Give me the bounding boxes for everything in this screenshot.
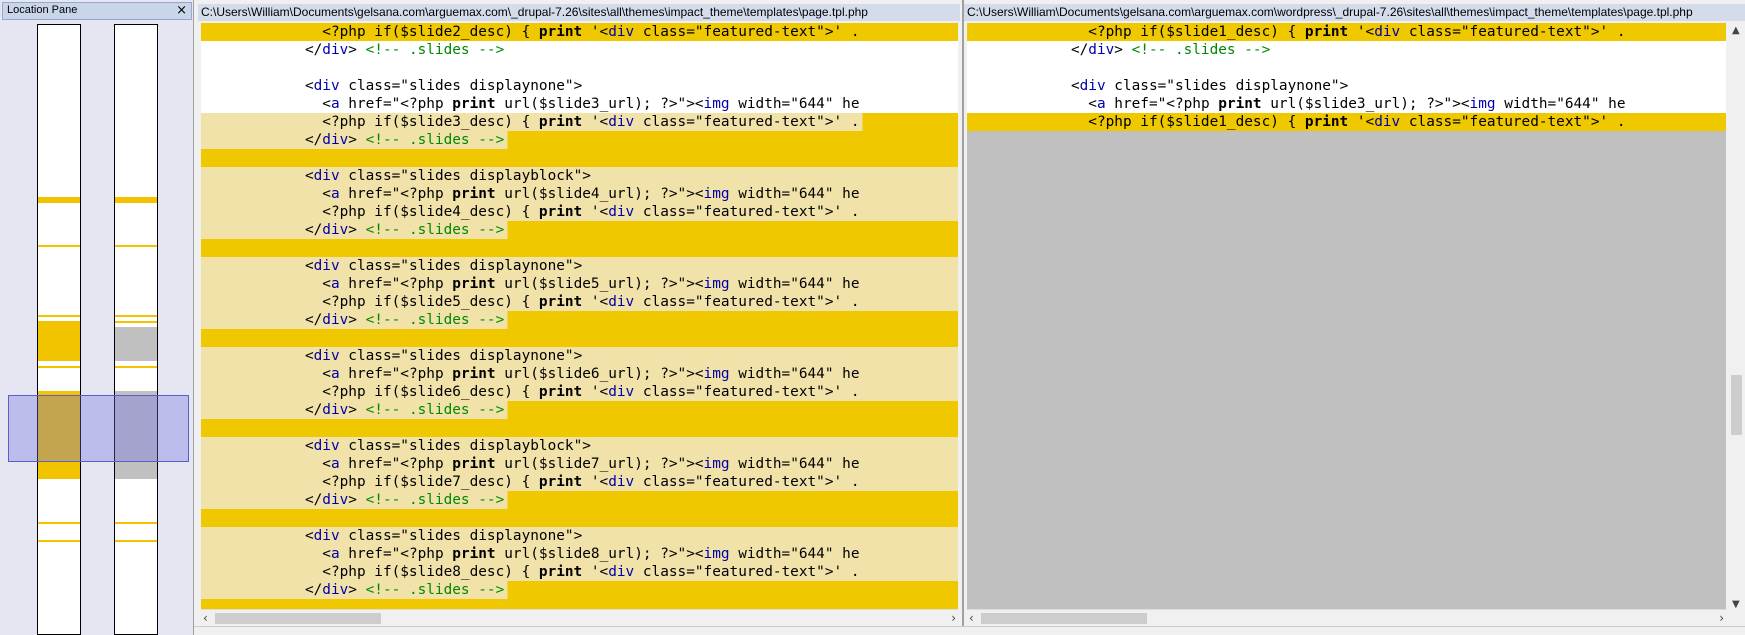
code-line[interactable]: <a href="<?php print url($slide6_url); ?…	[201, 365, 958, 383]
code-line[interactable]: <a href="<?php print url($slide5_url); ?…	[201, 275, 958, 293]
code-line[interactable]: <div class="slides displayblock">	[201, 167, 958, 185]
diff-marker	[38, 245, 80, 247]
right-file-pane: C:\Users\William\Documents\gelsana.com\a…	[964, 0, 1745, 635]
code-line[interactable]: </div> <!-- .slides -->	[201, 581, 958, 599]
code-line[interactable]	[201, 59, 958, 77]
scroll-right-icon[interactable]: ›	[951, 610, 956, 627]
code-line[interactable]: <?php if($slide7_desc) { print '<div cla…	[201, 473, 958, 491]
code-line[interactable]: <?php if($slide5_desc) { print '<div cla…	[201, 293, 958, 311]
diff-marker	[38, 522, 80, 524]
code-line[interactable]: <?php if($slide1_desc) { print '<div cla…	[967, 113, 1726, 131]
code-line[interactable]: <div class="slides displayblock">	[201, 437, 958, 455]
code-line[interactable]: </div> <!-- .slides -->	[201, 491, 958, 509]
left-horizontal-scrollbar[interactable]: ‹ ›	[201, 609, 958, 627]
location-pane: Location Pane ×	[0, 0, 194, 635]
diff-marker	[115, 321, 157, 323]
code-line[interactable]: <div class="slides displaynone">	[201, 347, 958, 365]
close-icon[interactable]: ×	[176, 3, 187, 18]
diff-marker	[38, 366, 80, 368]
code-line[interactable]: </div> <!-- .slides -->	[201, 401, 958, 419]
diff-marker	[115, 540, 157, 542]
left-file-pane: C:\Users\William\Documents\gelsana.com\a…	[198, 0, 960, 635]
scroll-thumb[interactable]	[215, 613, 381, 624]
code-line[interactable]: <a href="<?php print url($slide7_url); ?…	[201, 455, 958, 473]
code-line[interactable]: <?php if($slide4_desc) { print '<div cla…	[201, 203, 958, 221]
code-line[interactable]: <div class="slides displaynone">	[201, 527, 958, 545]
code-line[interactable]	[201, 149, 958, 167]
right-vertical-scrollbar[interactable]: ▲ ▼	[1728, 23, 1745, 612]
left-code-view[interactable]: <?php if($slide2_desc) { print '<div cla…	[201, 23, 958, 612]
location-viewport-indicator[interactable]	[8, 395, 189, 462]
scroll-right-icon[interactable]: ›	[1719, 610, 1724, 627]
code-line[interactable]	[967, 59, 1726, 77]
right-code-view[interactable]: <?php if($slide1_desc) { print '<div cla…	[967, 23, 1726, 612]
code-line[interactable]: <div class="slides displaynone">	[201, 77, 958, 95]
scroll-thumb[interactable]	[1731, 375, 1742, 435]
left-file-path: C:\Users\William\Documents\gelsana.com\a…	[198, 4, 960, 21]
right-horizontal-scrollbar[interactable]: ‹ ›	[967, 609, 1726, 627]
location-pane-header: Location Pane ×	[2, 2, 192, 20]
code-line[interactable]: <div class="slides displaynone">	[201, 257, 958, 275]
code-line[interactable]: <a href="<?php print url($slide3_url); ?…	[967, 95, 1726, 113]
scroll-left-icon[interactable]: ‹	[203, 610, 208, 627]
diff-marker	[38, 315, 80, 317]
right-file-path: C:\Users\William\Documents\gelsana.com\a…	[964, 4, 1745, 21]
code-line[interactable]: <?php if($slide3_desc) { print '<div cla…	[201, 113, 958, 131]
location-pane-title: Location Pane	[7, 4, 78, 16]
status-bar	[194, 626, 1745, 635]
missing-lines-region	[967, 131, 1726, 612]
code-line[interactable]: </div> <!-- .slides -->	[201, 221, 958, 239]
diff-marker	[115, 315, 157, 317]
scroll-left-icon[interactable]: ‹	[969, 610, 974, 627]
diff-marker	[115, 245, 157, 247]
code-line[interactable]: <div class="slides displaynone">	[967, 77, 1726, 95]
code-line[interactable]	[201, 329, 958, 347]
code-line[interactable]: </div> <!-- .slides -->	[201, 41, 958, 59]
code-line[interactable]: <a href="<?php print url($slide4_url); ?…	[201, 185, 958, 203]
code-line[interactable]: <?php if($slide1_desc) { print '<div cla…	[967, 23, 1726, 41]
code-line[interactable]: <?php if($slide2_desc) { print '<div cla…	[201, 23, 958, 41]
diff-marker	[115, 522, 157, 524]
scroll-down-icon[interactable]: ▼	[1732, 599, 1740, 610]
code-line[interactable]: <?php if($slide6_desc) { print '<div cla…	[201, 383, 958, 401]
scroll-thumb[interactable]	[981, 613, 1147, 624]
diff-marker	[38, 540, 80, 542]
diff-marker	[38, 197, 80, 203]
diff-marker	[38, 321, 80, 361]
code-line[interactable]: </div> <!-- .slides -->	[201, 131, 958, 149]
code-line[interactable]: </div> <!-- .slides -->	[201, 311, 958, 329]
code-line[interactable]	[201, 509, 958, 527]
missing-marker	[115, 327, 157, 361]
code-line[interactable]	[201, 419, 958, 437]
code-line[interactable]: <?php if($slide8_desc) { print '<div cla…	[201, 563, 958, 581]
scroll-up-icon[interactable]: ▲	[1732, 25, 1740, 36]
diff-marker	[115, 197, 157, 203]
code-line[interactable]: <a href="<?php print url($slide8_url); ?…	[201, 545, 958, 563]
location-left-column[interactable]	[37, 24, 81, 635]
diff-marker	[115, 366, 157, 368]
code-line[interactable]	[201, 239, 958, 257]
code-line[interactable]: </div> <!-- .slides -->	[967, 41, 1726, 59]
code-line[interactable]: <a href="<?php print url($slide3_url); ?…	[201, 95, 958, 113]
location-right-column[interactable]	[114, 24, 158, 635]
